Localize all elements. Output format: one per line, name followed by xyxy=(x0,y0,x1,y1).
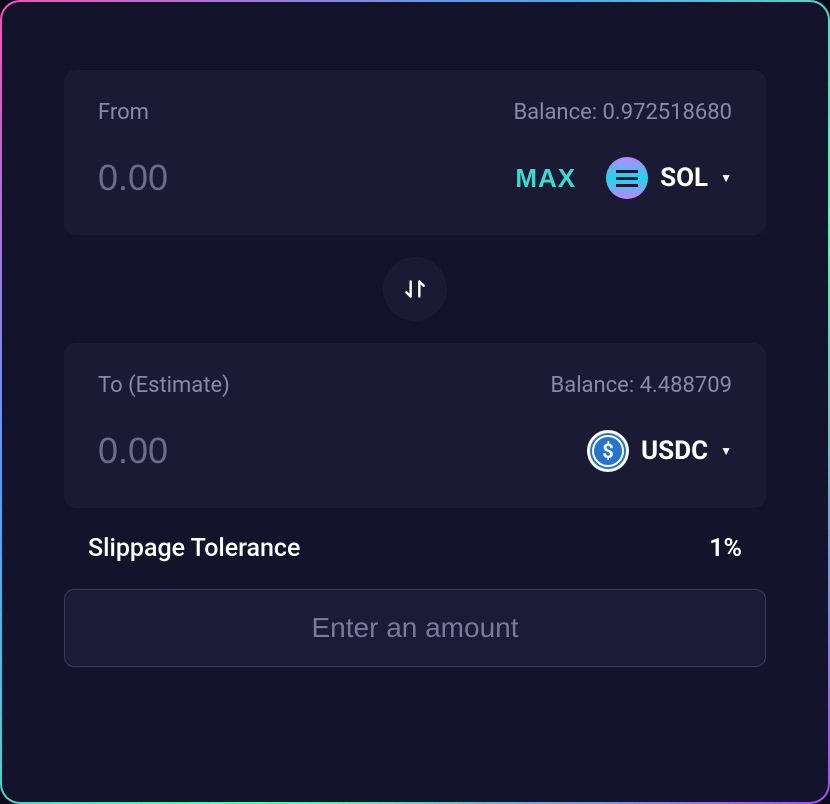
from-balance: Balance: 0.972518680 xyxy=(513,100,732,125)
from-label: From xyxy=(98,100,149,125)
from-token-select[interactable]: SOL ▼ xyxy=(606,157,732,199)
usdc-icon xyxy=(587,430,629,472)
chevron-down-icon: ▼ xyxy=(720,444,732,458)
swap-widget: From Balance: 0.972518680 MAX SOL ▼ xyxy=(0,0,830,804)
to-token-name: USDC xyxy=(641,436,708,466)
swap-arrows-icon xyxy=(402,276,428,302)
to-body: USDC ▼ xyxy=(98,430,732,472)
slippage-label: Slippage Tolerance xyxy=(88,534,300,563)
from-token-name: SOL xyxy=(660,163,708,193)
to-header: To (Estimate) Balance: 4.488709 xyxy=(98,373,732,398)
from-body: MAX SOL ▼ xyxy=(98,157,732,199)
from-amount-input[interactable] xyxy=(98,157,298,199)
chevron-down-icon: ▼ xyxy=(720,171,732,185)
submit-button[interactable]: Enter an amount xyxy=(64,589,766,667)
from-right-controls: MAX SOL ▼ xyxy=(515,157,732,199)
swap-inner: From Balance: 0.972518680 MAX SOL ▼ xyxy=(2,2,828,802)
swap-divider xyxy=(64,235,766,343)
to-token-box: To (Estimate) Balance: 4.488709 USDC ▼ xyxy=(64,343,766,508)
from-token-box: From Balance: 0.972518680 MAX SOL ▼ xyxy=(64,70,766,235)
to-token-select[interactable]: USDC ▼ xyxy=(587,430,732,472)
from-header: From Balance: 0.972518680 xyxy=(98,100,732,125)
max-button[interactable]: MAX xyxy=(515,163,576,194)
slippage-row[interactable]: Slippage Tolerance 1% xyxy=(64,508,766,589)
to-label: To (Estimate) xyxy=(98,373,230,398)
sol-icon xyxy=(606,157,648,199)
to-amount-input[interactable] xyxy=(98,430,298,472)
slippage-value: 1% xyxy=(709,534,742,563)
swap-direction-button[interactable] xyxy=(383,257,447,321)
to-right-controls: USDC ▼ xyxy=(587,430,732,472)
to-balance: Balance: 4.488709 xyxy=(551,373,732,398)
